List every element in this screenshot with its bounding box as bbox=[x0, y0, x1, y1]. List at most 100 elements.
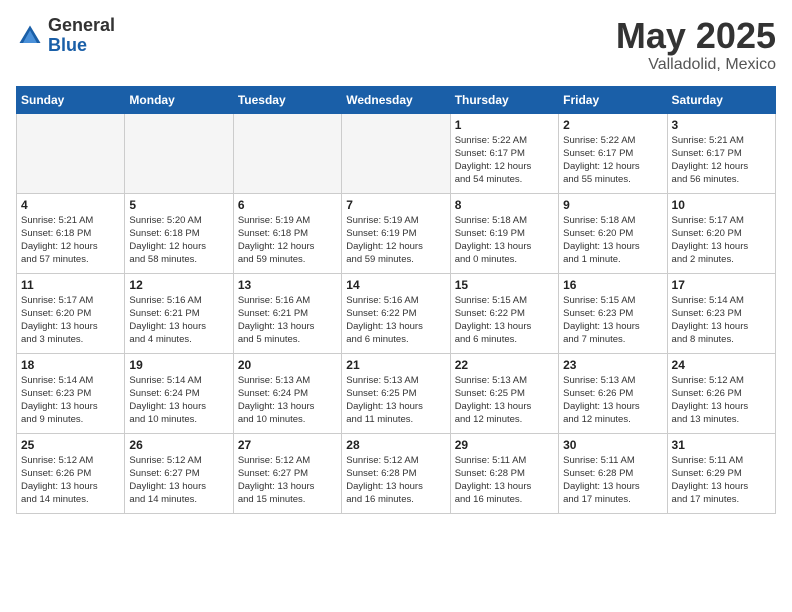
day-info: Sunrise: 5:12 AM Sunset: 6:26 PM Dayligh… bbox=[21, 454, 120, 507]
col-header-tuesday: Tuesday bbox=[233, 86, 341, 113]
day-number: 22 bbox=[455, 358, 554, 372]
calendar-cell: 22 Sunrise: 5:13 AM Sunset: 6:25 PM Dayli… bbox=[450, 353, 558, 433]
calendar-cell: 12Sunrise: 5:16 AM Sunset: 6:21 PM Dayli… bbox=[125, 273, 233, 353]
calendar-cell: 16 Sunrise: 5:15 AM Sunset: 6:23 PM Dayli… bbox=[559, 273, 667, 353]
calendar-cell: 3 Sunrise: 5:21 AM Sunset: 6:17 PM Daylig… bbox=[667, 113, 775, 193]
calendar-week-2: 4 Sunrise: 5:21 AM Sunset: 6:18 PM Daylig… bbox=[17, 193, 776, 273]
day-number: 3 bbox=[672, 118, 771, 132]
day-number: 20 bbox=[238, 358, 337, 372]
day-number: 16 bbox=[563, 278, 662, 292]
col-header-thursday: Thursday bbox=[450, 86, 558, 113]
calendar-cell: 28 Sunrise: 5:12 AM Sunset: 6:28 PM Dayli… bbox=[342, 433, 450, 513]
day-number: 18 bbox=[21, 358, 120, 372]
day-info: Sunrise: 5:16 AM Sunset: 6:21 PM Dayligh… bbox=[238, 294, 337, 347]
day-info: Sunrise: 5:21 AM Sunset: 6:18 PM Dayligh… bbox=[21, 214, 120, 267]
calendar-cell: 15 Sunrise: 5:15 AM Sunset: 6:22 PM Dayli… bbox=[450, 273, 558, 353]
day-info: Sunrise: 5:11 AM Sunset: 6:28 PM Dayligh… bbox=[455, 454, 554, 507]
calendar-cell: 10 Sunrise: 5:17 AM Sunset: 6:20 PM Dayli… bbox=[667, 193, 775, 273]
col-header-monday: Monday bbox=[125, 86, 233, 113]
day-number: 14 bbox=[346, 278, 445, 292]
calendar-cell: 7 Sunrise: 5:19 AM Sunset: 6:19 PM Daylig… bbox=[342, 193, 450, 273]
day-number: 8 bbox=[455, 198, 554, 212]
calendar-title: May 2025 bbox=[616, 16, 776, 56]
calendar-cell: 6 Sunrise: 5:19 AM Sunset: 6:18 PM Daylig… bbox=[233, 193, 341, 273]
calendar-cell: 19Sunrise: 5:14 AM Sunset: 6:24 PM Dayli… bbox=[125, 353, 233, 433]
day-number: 15 bbox=[455, 278, 554, 292]
day-info: Sunrise: 5:18 AM Sunset: 6:20 PM Dayligh… bbox=[563, 214, 662, 267]
logo-blue-text: Blue bbox=[48, 36, 115, 56]
day-number: 5 bbox=[129, 198, 228, 212]
calendar-week-4: 18 Sunrise: 5:14 AM Sunset: 6:23 PM Dayli… bbox=[17, 353, 776, 433]
day-info: Sunrise: 5:11 AM Sunset: 6:28 PM Dayligh… bbox=[563, 454, 662, 507]
day-info: Sunrise: 5:19 AM Sunset: 6:19 PM Dayligh… bbox=[346, 214, 445, 267]
calendar-cell: 8 Sunrise: 5:18 AM Sunset: 6:19 PM Daylig… bbox=[450, 193, 558, 273]
calendar-cell bbox=[125, 113, 233, 193]
day-info: Sunrise: 5:12 AM Sunset: 6:27 PM Dayligh… bbox=[238, 454, 337, 507]
calendar-cell: 27 Sunrise: 5:12 AM Sunset: 6:27 PM Dayli… bbox=[233, 433, 341, 513]
day-info: Sunrise: 5:14 AM Sunset: 6:24 PM Dayligh… bbox=[129, 374, 228, 427]
day-info: Sunrise: 5:15 AM Sunset: 6:22 PM Dayligh… bbox=[455, 294, 554, 347]
calendar-cell: 11Sunrise: 5:17 AM Sunset: 6:20 PM Dayli… bbox=[17, 273, 125, 353]
calendar-cell: 23 Sunrise: 5:13 AM Sunset: 6:26 PM Dayli… bbox=[559, 353, 667, 433]
day-number: 4 bbox=[21, 198, 120, 212]
day-info: Sunrise: 5:12 AM Sunset: 6:26 PM Dayligh… bbox=[672, 374, 771, 427]
day-info: Sunrise: 5:16 AM Sunset: 6:22 PM Dayligh… bbox=[346, 294, 445, 347]
day-number: 17 bbox=[672, 278, 771, 292]
day-number: 30 bbox=[563, 438, 662, 452]
calendar-cell: 21 Sunrise: 5:13 AM Sunset: 6:25 PM Dayli… bbox=[342, 353, 450, 433]
day-number: 24 bbox=[672, 358, 771, 372]
day-number: 29 bbox=[455, 438, 554, 452]
day-number: 6 bbox=[238, 198, 337, 212]
day-info: Sunrise: 5:13 AM Sunset: 6:26 PM Dayligh… bbox=[563, 374, 662, 427]
col-header-saturday: Saturday bbox=[667, 86, 775, 113]
logo-general-text: General bbox=[48, 16, 115, 36]
calendar-cell: 26 Sunrise: 5:12 AM Sunset: 6:27 PM Dayli… bbox=[125, 433, 233, 513]
calendar-cell: 24 Sunrise: 5:12 AM Sunset: 6:26 PM Dayli… bbox=[667, 353, 775, 433]
calendar-header-row: SundayMondayTuesdayWednesdayThursdayFrid… bbox=[17, 86, 776, 113]
calendar-cell: 2Sunrise: 5:22 AM Sunset: 6:17 PM Daylig… bbox=[559, 113, 667, 193]
day-number: 28 bbox=[346, 438, 445, 452]
day-info: Sunrise: 5:15 AM Sunset: 6:23 PM Dayligh… bbox=[563, 294, 662, 347]
day-info: Sunrise: 5:12 AM Sunset: 6:28 PM Dayligh… bbox=[346, 454, 445, 507]
day-number: 2 bbox=[563, 118, 662, 132]
calendar-cell: 13 Sunrise: 5:16 AM Sunset: 6:21 PM Dayli… bbox=[233, 273, 341, 353]
day-info: Sunrise: 5:12 AM Sunset: 6:27 PM Dayligh… bbox=[129, 454, 228, 507]
day-info: Sunrise: 5:21 AM Sunset: 6:17 PM Dayligh… bbox=[672, 134, 771, 187]
day-info: Sunrise: 5:11 AM Sunset: 6:29 PM Dayligh… bbox=[672, 454, 771, 507]
day-info: Sunrise: 5:14 AM Sunset: 6:23 PM Dayligh… bbox=[21, 374, 120, 427]
day-number: 12 bbox=[129, 278, 228, 292]
calendar-cell bbox=[342, 113, 450, 193]
logo-text: General Blue bbox=[48, 16, 115, 56]
day-number: 26 bbox=[129, 438, 228, 452]
day-number: 13 bbox=[238, 278, 337, 292]
day-number: 7 bbox=[346, 198, 445, 212]
calendar-cell: 1Sunrise: 5:22 AM Sunset: 6:17 PM Daylig… bbox=[450, 113, 558, 193]
calendar-cell: 18 Sunrise: 5:14 AM Sunset: 6:23 PM Dayli… bbox=[17, 353, 125, 433]
day-number: 10 bbox=[672, 198, 771, 212]
day-number: 11 bbox=[21, 278, 120, 292]
col-header-wednesday: Wednesday bbox=[342, 86, 450, 113]
day-number: 1 bbox=[455, 118, 554, 132]
calendar-cell bbox=[17, 113, 125, 193]
logo: General Blue bbox=[16, 16, 115, 56]
day-number: 27 bbox=[238, 438, 337, 452]
day-info: Sunrise: 5:20 AM Sunset: 6:18 PM Dayligh… bbox=[129, 214, 228, 267]
calendar-cell: 25 Sunrise: 5:12 AM Sunset: 6:26 PM Dayli… bbox=[17, 433, 125, 513]
day-info: Sunrise: 5:17 AM Sunset: 6:20 PM Dayligh… bbox=[672, 214, 771, 267]
calendar-cell bbox=[233, 113, 341, 193]
day-info: Sunrise: 5:13 AM Sunset: 6:24 PM Dayligh… bbox=[238, 374, 337, 427]
day-info: Sunrise: 5:13 AM Sunset: 6:25 PM Dayligh… bbox=[455, 374, 554, 427]
day-info: Sunrise: 5:18 AM Sunset: 6:19 PM Dayligh… bbox=[455, 214, 554, 267]
calendar-cell: 29 Sunrise: 5:11 AM Sunset: 6:28 PM Dayli… bbox=[450, 433, 558, 513]
day-number: 25 bbox=[21, 438, 120, 452]
day-info: Sunrise: 5:13 AM Sunset: 6:25 PM Dayligh… bbox=[346, 374, 445, 427]
day-info: Sunrise: 5:19 AM Sunset: 6:18 PM Dayligh… bbox=[238, 214, 337, 267]
calendar-table: SundayMondayTuesdayWednesdayThursdayFrid… bbox=[16, 86, 776, 514]
calendar-cell: 5 Sunrise: 5:20 AM Sunset: 6:18 PM Daylig… bbox=[125, 193, 233, 273]
col-header-friday: Friday bbox=[559, 86, 667, 113]
day-info: Sunrise: 5:14 AM Sunset: 6:23 PM Dayligh… bbox=[672, 294, 771, 347]
calendar-cell: 4 Sunrise: 5:21 AM Sunset: 6:18 PM Daylig… bbox=[17, 193, 125, 273]
day-number: 23 bbox=[563, 358, 662, 372]
day-number: 21 bbox=[346, 358, 445, 372]
calendar-cell: 9Sunrise: 5:18 AM Sunset: 6:20 PM Daylig… bbox=[559, 193, 667, 273]
